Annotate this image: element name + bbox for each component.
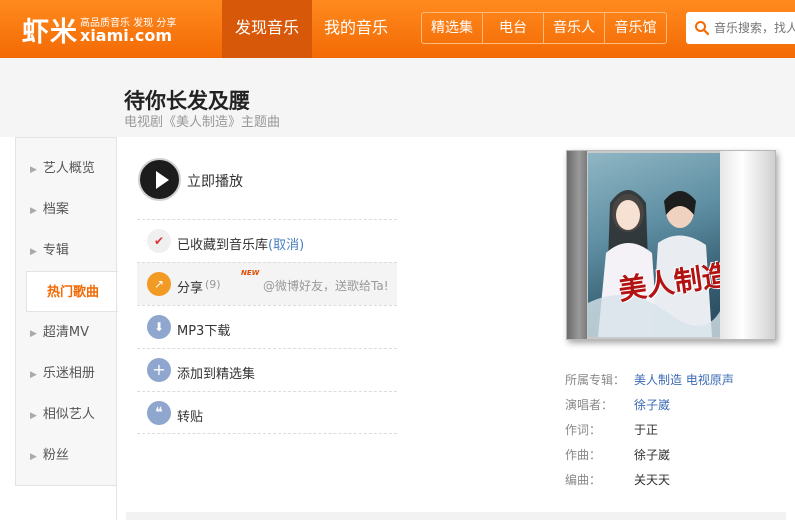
lyricist-value: 于正 [634, 423, 659, 437]
info-singer: 演唱者： 徐子崴 [565, 396, 670, 413]
checkmark-icon: ✔ [147, 229, 171, 253]
sidebar-item-label: 超清MV [42, 325, 90, 340]
sidebar-item-profile[interactable]: ▶ 档案 [16, 189, 117, 230]
info-key: 作词： [565, 423, 602, 437]
album-cover-case[interactable]: 美人制造 [566, 150, 776, 340]
share-weibo-hint: @微博好友，送歌给Ta! [263, 279, 389, 293]
repost-label[interactable]: 转贴 [177, 406, 203, 425]
info-composer: 作曲： 徐子崴 [565, 446, 670, 463]
album-link[interactable]: 美人制造 电视原声 [634, 373, 734, 387]
album-cover: 美人制造 [588, 153, 724, 337]
title-band [0, 58, 795, 137]
composer-value: 徐子崴 [634, 448, 671, 462]
singer-link[interactable]: 徐子崴 [634, 398, 670, 412]
sidebar-item-overview[interactable]: ▶ 艺人概览 [16, 148, 117, 189]
song-subtitle: 电视剧《美人制造》主题曲 [124, 115, 281, 130]
repost-row[interactable]: ❝ 转贴 [137, 391, 397, 434]
share-row[interactable]: ↗ 分享 (9) NEW @微博好友，送歌给Ta! [137, 262, 397, 305]
sidebar-item-label: 艺人概览 [42, 161, 95, 176]
nav-my-music[interactable]: 我的音乐 [312, 0, 400, 58]
new-badge: NEW [241, 269, 260, 277]
info-key: 编曲： [565, 473, 602, 487]
plus-icon: + [147, 358, 171, 382]
sub-navigation: 精选集 电台 音乐人 音乐馆 [421, 12, 667, 44]
add-collection-row[interactable]: + 添加到精选集 [137, 348, 397, 391]
share-icon: ↗ [147, 272, 171, 296]
subnav-radio[interactable]: 电台 [483, 13, 544, 43]
sidebar-item-label: 相似艺人 [42, 407, 95, 422]
sidebar-item-label: 热门歌曲 [47, 285, 100, 300]
collected-row: ✔ 已收藏到音乐库(取消) [137, 219, 397, 262]
sidebar-item-label: 乐迷相册 [42, 366, 95, 381]
sidebar-item-label: 粉丝 [42, 448, 69, 463]
search-box [686, 12, 795, 44]
subnav-musicians[interactable]: 音乐人 [544, 13, 605, 43]
content-divider [116, 137, 117, 520]
add-collection-label[interactable]: 添加到精选集 [177, 363, 255, 382]
top-header: 虾米 高品质音乐 发现 分享 xiami.com 发现音乐 我的音乐 精选集 电… [0, 0, 795, 58]
play-label[interactable]: 立即播放 [187, 171, 243, 191]
info-lyricist: 作词： 于正 [565, 421, 658, 438]
share-label[interactable]: 分享 [177, 277, 203, 296]
sidebar-item-mv[interactable]: ▶ 超清MV [16, 312, 117, 353]
sidebar-item-hot-songs[interactable]: 热门歌曲 [26, 271, 118, 312]
logo-text: 虾米 [22, 17, 78, 48]
bottom-strip [126, 512, 786, 520]
subnav-music-hall[interactable]: 音乐馆 [605, 13, 666, 43]
nav-discover-music[interactable]: 发现音乐 [222, 0, 312, 58]
download-label[interactable]: MP3下载 [177, 320, 230, 339]
info-album: 所属专辑： 美人制造 电视原声 [565, 371, 734, 388]
sidebar-item-fans[interactable]: ▶ 粉丝 [16, 435, 117, 476]
artist-sidebar: ▶ 艺人概览 ▶ 档案 ▶ 专辑 热门歌曲 ▶ 超清MV ▶ 乐迷相册 ▶ 相似艺人 ▶ 粉丝 [15, 137, 118, 486]
collected-label: 已收藏到音乐库 [177, 238, 269, 253]
download-row[interactable]: ⬇ MP3下载 [137, 305, 397, 348]
logo-domain: xiami.com [80, 26, 172, 45]
arranger-value: 关天天 [634, 473, 671, 487]
play-button[interactable] [138, 158, 181, 201]
search-icon[interactable] [694, 20, 710, 36]
sidebar-item-label: 档案 [42, 202, 69, 217]
cd-case-edge [720, 151, 775, 339]
subnav-collections[interactable]: 精选集 [422, 13, 483, 43]
sidebar-item-albums[interactable]: ▶ 专辑 [16, 230, 117, 271]
search-input[interactable] [714, 19, 795, 37]
cover-illustration [588, 190, 724, 337]
cancel-collect-link[interactable]: (取消) [268, 238, 304, 253]
sidebar-item-label: 专辑 [42, 243, 69, 258]
download-icon: ⬇ [147, 315, 171, 339]
info-key: 演唱者： [565, 398, 614, 412]
info-arranger: 编曲： 关天天 [565, 471, 670, 488]
info-key: 作曲： [565, 448, 602, 462]
info-key: 所属专辑： [565, 373, 626, 387]
sidebar-item-fan-photos[interactable]: ▶ 乐迷相册 [16, 353, 117, 394]
cd-spine [567, 151, 587, 339]
quote-icon: ❝ [147, 401, 171, 425]
share-count: (9) [205, 278, 221, 291]
sidebar-item-similar-artists[interactable]: ▶ 相似艺人 [16, 394, 117, 435]
